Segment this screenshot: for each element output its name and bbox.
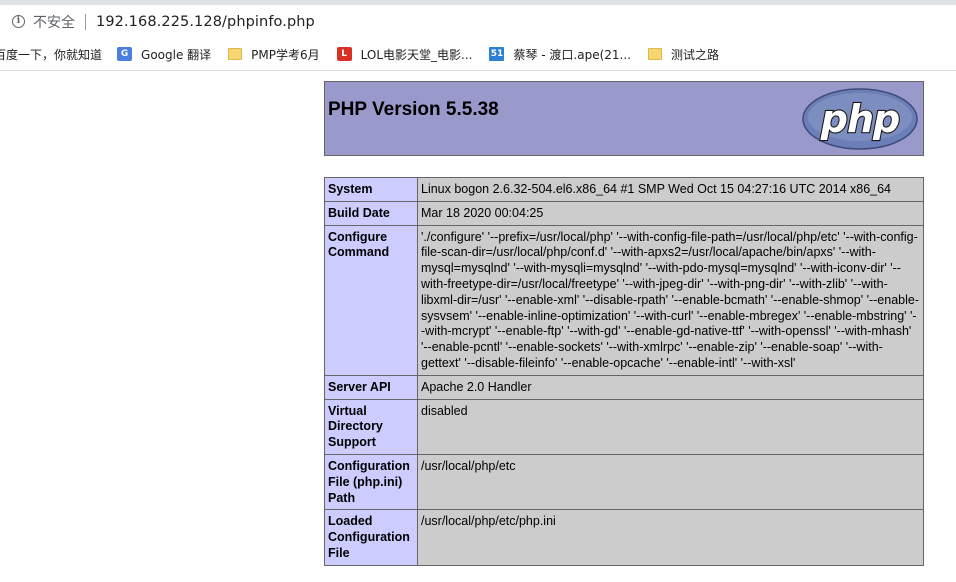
bookmark-label: 蔡琴 - 渡口.ape(21... (513, 47, 631, 62)
bookmark-label: 百度一下，你就知道 (0, 47, 103, 62)
php-logo-icon[interactable]: php (801, 87, 919, 151)
bookmark-label: LOL电影天堂_电影... (360, 47, 473, 62)
row-value: Mar 18 2020 00:04:25 (417, 200, 924, 226)
row-key: System (324, 177, 418, 202)
google-translate-icon: G (117, 47, 133, 61)
row-value: Apache 2.0 Handler (417, 374, 924, 400)
row-value: /usr/local/php/etc (417, 453, 924, 511)
folder-icon (228, 48, 243, 60)
address-bar[interactable]: i 不安全 192.168.225.128/phpinfo.php (0, 5, 956, 38)
page-title: PHP Version 5.5.38 (328, 99, 499, 120)
bookmark-label: PMP学考6月 (251, 47, 320, 62)
lol-icon: L (336, 47, 352, 61)
row-value: Linux bogon 2.6.32-504.el6.x86_64 #1 SMP… (417, 177, 924, 202)
phpinfo-header: PHP Version 5.5.38 php (324, 81, 924, 156)
bookmark-label: Google 翻译 (141, 47, 212, 62)
row-key: Configuration File (php.ini) Path (324, 453, 418, 511)
row-key: Server API (324, 374, 418, 400)
table-row: Virtual Directory Support disabled (324, 398, 924, 455)
row-value: /usr/local/php/etc/php.ini (417, 509, 924, 566)
bookmark-lol[interactable]: L LOL电影天堂_电影... (336, 46, 473, 63)
security-label[interactable]: 不安全 (33, 12, 75, 32)
table-row: Server API Apache 2.0 Handler (324, 374, 924, 400)
row-key: Build Date (324, 200, 418, 226)
bookmark-test-road[interactable]: 测试之路 (648, 46, 719, 63)
table-row: Build Date Mar 18 2020 00:04:25 (324, 200, 924, 226)
info-icon[interactable]: i (12, 15, 25, 28)
row-key: Configure Command (324, 224, 418, 376)
row-key: Loaded Configuration File (324, 509, 418, 566)
bookmark-baidu[interactable]: 百度一下，你就知道 (0, 46, 102, 63)
bookmark-google-translate[interactable]: G Google 翻译 (117, 46, 211, 63)
bookmark-caiqin[interactable]: 51 蔡琴 - 渡口.ape(21... (489, 46, 631, 63)
page-content: PHP Version 5.5.38 php System Linux bogon… (0, 71, 956, 582)
table-row: Loaded Configuration File/usr/local/php/… (324, 509, 924, 566)
51-icon: 51 (489, 47, 505, 61)
bookmarks-bar: 百度一下，你就知道 G Google 翻译 PMP学考6月 L LOL电影天堂_… (0, 38, 956, 71)
bookmark-pmp[interactable]: PMP学考6月 (228, 46, 320, 63)
table-row: Configure Command './configure' '--prefix… (324, 224, 924, 376)
table-row: System Linux bogon 2.6.32-504.el6.x86_64 … (324, 177, 924, 202)
row-key: Virtual Directory Support (324, 398, 418, 455)
address-separator (85, 13, 86, 30)
svg-text:php: php (820, 97, 899, 141)
folder-icon (648, 48, 662, 60)
phpinfo-table: System Linux bogon 2.6.32-504.el6.x86_64 … (324, 177, 924, 566)
url-text[interactable]: 192.168.225.128/phpinfo.php (96, 14, 315, 30)
row-value: './configure' '--prefix=/usr/local/php' … (417, 224, 924, 376)
row-value: disabled (417, 398, 924, 455)
bookmark-label: 测试之路 (671, 47, 720, 62)
table-row: Configuration File (php.ini) Path/usr/lo… (324, 453, 924, 511)
